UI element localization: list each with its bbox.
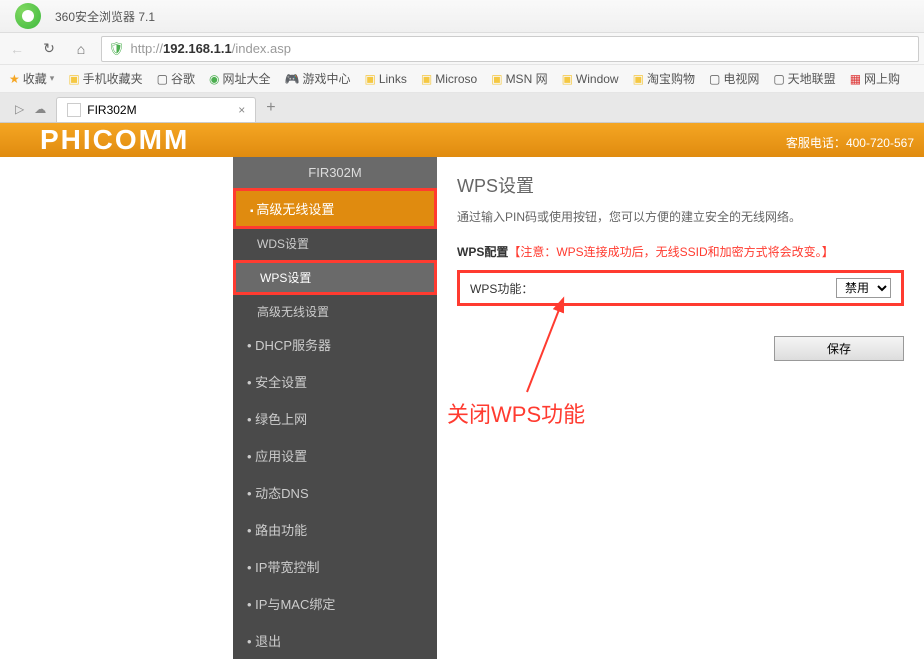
bookmark-item[interactable]: ▣MSN 网 — [487, 68, 551, 89]
favorites-button[interactable]: ★ 收藏 ▾ — [5, 68, 58, 89]
bookmark-item[interactable]: ▣淘宝购物 — [629, 68, 699, 89]
sidebar-item-green[interactable]: 绿色上网 — [233, 400, 437, 437]
sidebar-item-exit[interactable]: 退出 — [233, 622, 437, 659]
bookmark-item[interactable]: ▢电视网 — [705, 68, 763, 89]
page-description: 通过输入PIN码或使用按钮，您可以方便的建立安全的无线网络。 — [457, 208, 904, 225]
sidebar-sub-wps[interactable]: WPS设置 — [236, 263, 434, 292]
site-icon: ▦ — [850, 72, 861, 86]
url-text: http://192.168.1.1/index.asp — [131, 41, 291, 56]
folder-icon: ▣ — [633, 72, 644, 86]
tab-favicon-icon — [67, 103, 81, 117]
browser-title: 360安全浏览器 7.1 — [55, 8, 155, 25]
tab-active[interactable]: FIR302M × — [56, 97, 256, 122]
home-button[interactable]: ⌂ — [69, 37, 93, 61]
game-icon: 🎮 — [285, 72, 300, 86]
site-icon: ◉ — [209, 72, 219, 86]
folder-icon: ▣ — [68, 72, 79, 86]
arrow-annotation-icon — [517, 292, 577, 402]
browser-logo — [5, 2, 50, 30]
hotline-text: 客服电话：400-720-567 — [786, 134, 924, 157]
page-title: WPS设置 — [457, 172, 904, 198]
forward-icon[interactable]: ▷ — [15, 102, 24, 116]
bookmark-item[interactable]: ▦网上购 — [846, 68, 904, 89]
page-icon: ▢ — [773, 72, 784, 86]
folder-icon: ▣ — [421, 72, 432, 86]
shield-icon: 🛡 — [108, 41, 125, 57]
sidebar-sub-wds[interactable]: WDS设置 — [233, 229, 437, 258]
bookmark-item[interactable]: ▢天地联盟 — [769, 68, 839, 89]
bookmark-item[interactable]: ▣Window — [558, 70, 623, 88]
address-bar[interactable]: 🛡 http://192.168.1.1/index.asp — [101, 36, 919, 62]
bookmark-item[interactable]: 🎮游戏中心 — [281, 68, 355, 89]
annotation-text: 关闭WPS功能 — [447, 397, 585, 429]
folder-icon: ▣ — [491, 72, 502, 86]
tab-title: FIR302M — [87, 103, 136, 117]
router-header: PHICOMM PHICOMM 客服电话：400-720-567 — [0, 123, 924, 157]
reload-button[interactable]: ↻ — [37, 37, 61, 61]
sidebar-item-security[interactable]: 安全设置 — [233, 363, 437, 400]
sidebar-item-apps[interactable]: 应用设置 — [233, 437, 437, 474]
close-icon[interactable]: × — [238, 103, 245, 117]
navigation-bar: ← ↻ ⌂ 🛡 http://192.168.1.1/index.asp — [0, 33, 924, 65]
brand-logo-reflection: PHICOMM — [40, 161, 189, 193]
bookmark-item[interactable]: ◉网址大全 — [205, 68, 275, 89]
bookmark-item[interactable]: ▢谷歌 — [153, 68, 199, 89]
config-label: WPS配置【注意：WPS连接成功后，无线SSID和加密方式将会改变。】 — [457, 237, 904, 266]
folder-icon: ▣ — [365, 72, 376, 86]
bookmark-item[interactable]: ▣Microso — [417, 70, 481, 88]
router-page: PHICOMM PHICOMM 客服电话：400-720-567 FIR302M… — [0, 123, 924, 659]
sidebar-item-ddns[interactable]: 动态DNS — [233, 474, 437, 511]
back-button[interactable]: ← — [5, 37, 29, 61]
sidebar: FIR302M 高级无线设置 WDS设置 WPS设置 高级无线设置 DHCP服务… — [233, 157, 437, 659]
bookmark-item[interactable]: ▣手机收藏夹 — [64, 68, 146, 89]
browser-title-bar: 360安全浏览器 7.1 — [0, 0, 924, 33]
page-icon: ▢ — [709, 72, 720, 86]
star-icon: ★ — [9, 72, 20, 86]
sidebar-model-label: FIR302M — [233, 157, 437, 188]
bookmark-item[interactable]: ▣Links — [361, 70, 411, 88]
sidebar-item-dhcp[interactable]: DHCP服务器 — [233, 326, 437, 363]
content-area: WPS设置 通过输入PIN码或使用按钮，您可以方便的建立安全的无线网络。 WPS… — [437, 157, 924, 659]
page-icon: ▢ — [157, 72, 168, 86]
folder-icon: ▣ — [562, 72, 573, 86]
save-button[interactable]: 保存 — [774, 336, 904, 361]
tab-bar: ▷ ☁ FIR302M × + — [0, 93, 924, 123]
cloud-icon[interactable]: ☁ — [34, 102, 46, 116]
sidebar-sub-adv-wireless[interactable]: 高级无线设置 — [233, 297, 437, 326]
wps-function-select[interactable]: 禁用 — [836, 278, 891, 298]
brand-logo: PHICOMM — [40, 124, 189, 156]
sidebar-item-ipmac[interactable]: IP与MAC绑定 — [233, 585, 437, 622]
sidebar-item-advanced-wireless[interactable]: 高级无线设置 — [236, 191, 434, 226]
sidebar-item-bandwidth[interactable]: IP带宽控制 — [233, 548, 437, 585]
bookmarks-bar: ★ 收藏 ▾ ▣手机收藏夹 ▢谷歌 ◉网址大全 🎮游戏中心 ▣Links ▣Mi… — [0, 65, 924, 93]
new-tab-button[interactable]: + — [256, 94, 285, 122]
sidebar-item-routing[interactable]: 路由功能 — [233, 511, 437, 548]
